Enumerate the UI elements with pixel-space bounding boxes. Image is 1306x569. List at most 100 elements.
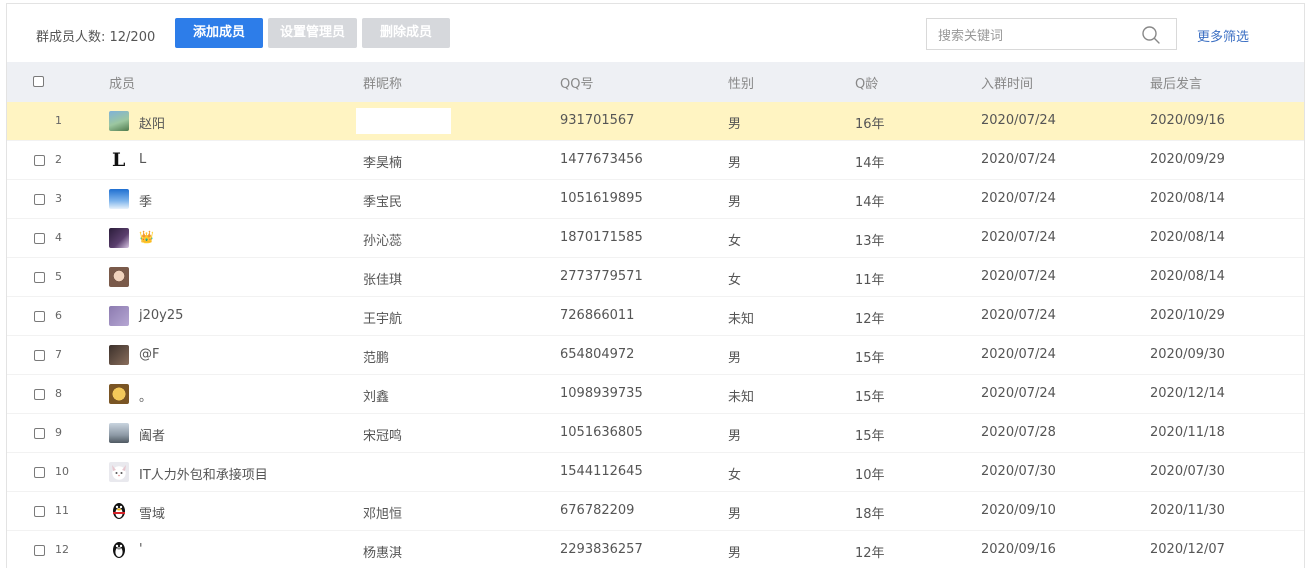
- gender-cell: 男: [728, 429, 742, 444]
- row-number: 11: [55, 504, 69, 517]
- table-row[interactable]: 3 季 季宝民 1051619895 男 14年 2020/07/24 2020/08/14: [7, 180, 1304, 219]
- member-name[interactable]: 👑: [139, 230, 154, 244]
- avatar[interactable]: [109, 462, 129, 482]
- row-checkbox[interactable]: [34, 311, 45, 322]
- row-number: 1: [55, 114, 62, 127]
- avatar[interactable]: [109, 501, 129, 521]
- table-row[interactable]: 5 张佳琪 2773779571 女 11年 2020/07/24 2020/08/14: [7, 258, 1304, 297]
- last-speak-cell: 2020/08/14: [1150, 191, 1225, 206]
- qq-cell: 1870171585: [560, 230, 643, 245]
- row-checkbox[interactable]: [34, 155, 45, 166]
- row-checkbox[interactable]: [34, 272, 45, 283]
- member-name[interactable]: 阖者: [139, 425, 165, 444]
- avatar[interactable]: [109, 384, 129, 404]
- qq-cell: 726866011: [560, 308, 635, 323]
- last-speak-cell: 2020/09/30: [1150, 347, 1225, 362]
- table-row[interactable]: 4 👑 孙沁蕊 1870171585 女 13年 2020/07/24 2020/08/14: [7, 219, 1304, 258]
- column-header-nickname: 群昵称: [363, 77, 403, 92]
- add-member-button[interactable]: 添加成员: [175, 18, 263, 48]
- table-row[interactable]: 7 @F 范鹏 654804972 男 15年 2020/07/24 2020/09/30: [7, 336, 1304, 375]
- qq-age-cell: 14年: [855, 195, 885, 210]
- avatar[interactable]: [109, 189, 129, 209]
- row-checkbox[interactable]: [34, 233, 45, 244]
- join-date-cell: 2020/07/30: [981, 464, 1056, 479]
- member-name[interactable]: L: [139, 152, 146, 167]
- table-row[interactable]: 8 。 刘鑫 1098939735 未知 15年 2020/07/24 2020/12/14: [7, 375, 1304, 414]
- row-number: 6: [55, 309, 62, 322]
- avatar[interactable]: [109, 228, 129, 248]
- avatar[interactable]: [109, 423, 129, 443]
- qq-cell: 931701567: [560, 113, 635, 128]
- column-header-member: 成员: [109, 77, 136, 92]
- table-row[interactable]: 1 赵阳 931701567 男 16年 2020/07/24 2020/09/16: [7, 102, 1304, 141]
- last-speak-cell: 2020/08/14: [1150, 230, 1225, 245]
- member-name[interactable]: j20y25: [139, 308, 183, 323]
- member-name[interactable]: ': [139, 542, 143, 557]
- select-all-checkbox[interactable]: [33, 76, 44, 87]
- row-checkbox[interactable]: [34, 389, 45, 400]
- qq-cell: 2773779571: [560, 269, 643, 284]
- row-checkbox[interactable]: [34, 467, 45, 478]
- column-header-gender: 性别: [728, 77, 755, 92]
- search-input[interactable]: [936, 25, 1140, 47]
- qq-age-cell: 15年: [855, 390, 885, 405]
- member-name[interactable]: 季: [139, 191, 152, 210]
- member-name[interactable]: 雪域: [139, 503, 165, 522]
- qq-age-cell: 13年: [855, 234, 885, 249]
- avatar[interactable]: [109, 267, 129, 287]
- nickname-cell: 季宝民: [363, 195, 403, 210]
- nickname-cell: 孙沁蕊: [363, 234, 403, 249]
- table-row[interactable]: 10 IT人力外包和承接项目 1544112645 女 10年 2020/07/30 202…: [7, 453, 1304, 492]
- table-row[interactable]: 6 j20y25 王宇航 726866011 未知 12年 2020/07/24 2020/1…: [7, 297, 1304, 336]
- row-checkbox[interactable]: [34, 194, 45, 205]
- member-name[interactable]: IT人力外包和承接项目: [139, 464, 268, 483]
- set-admin-button[interactable]: 设置管理员: [268, 18, 357, 48]
- member-name[interactable]: 。: [139, 386, 152, 405]
- join-date-cell: 2020/07/24: [981, 308, 1056, 323]
- last-speak-cell: 2020/07/30: [1150, 464, 1225, 479]
- nickname-edit-field[interactable]: [356, 108, 451, 134]
- row-checkbox[interactable]: [34, 428, 45, 439]
- join-date-cell: 2020/09/10: [981, 503, 1056, 518]
- member-panel: 群成员人数: 12/200 添加成员 设置管理员 删除成员 更多筛选 成员 群昵…: [6, 3, 1305, 568]
- avatar[interactable]: [109, 306, 129, 326]
- qq-age-cell: 15年: [855, 351, 885, 366]
- join-date-cell: 2020/07/24: [981, 152, 1056, 167]
- row-number: 12: [55, 543, 69, 556]
- table-row[interactable]: 2 L L 李昊楠 1477673456 男 14年 2020/07/24 2020/09/29: [7, 141, 1304, 180]
- qq-age-cell: 18年: [855, 507, 885, 522]
- more-filter-link[interactable]: 更多筛选: [1197, 26, 1249, 45]
- delete-member-button[interactable]: 删除成员: [362, 18, 450, 48]
- row-number: 7: [55, 348, 62, 361]
- last-speak-cell: 2020/12/14: [1150, 386, 1225, 401]
- table-row[interactable]: 11 雪域 邓旭恒 676782209 男 18年 2020/09/10 2020/11/30: [7, 492, 1304, 531]
- search-icon[interactable]: [1141, 25, 1161, 45]
- member-name[interactable]: @F: [139, 347, 159, 362]
- row-number: 10: [55, 465, 69, 478]
- row-checkbox[interactable]: [34, 350, 45, 361]
- column-header-last-speak: 最后发言: [1150, 77, 1203, 92]
- member-name[interactable]: 赵阳: [139, 113, 165, 132]
- gender-cell: 女: [728, 234, 742, 249]
- qq-age-cell: 16年: [855, 117, 885, 132]
- join-date-cell: 2020/07/24: [981, 347, 1056, 362]
- row-number: 5: [55, 270, 62, 283]
- row-checkbox[interactable]: [34, 545, 45, 556]
- table-row[interactable]: 9 阖者 宋冠鸣 1051636805 男 15年 2020/07/28 2020/11/18: [7, 414, 1304, 453]
- nickname-cell: 范鹏: [363, 351, 390, 366]
- last-speak-cell: 2020/09/29: [1150, 152, 1225, 167]
- table-row[interactable]: 12 ' 杨惠淇 2293836257 男 12年 2020/09/16 2020/12/07: [7, 531, 1304, 568]
- qq-age-cell: 10年: [855, 468, 885, 483]
- qq-age-cell: 14年: [855, 156, 885, 171]
- row-checkbox[interactable]: [34, 506, 45, 517]
- avatar[interactable]: [109, 345, 129, 365]
- search-box[interactable]: [926, 18, 1177, 50]
- avatar[interactable]: [109, 540, 129, 560]
- nickname-cell: 宋冠鸣: [363, 429, 403, 444]
- last-speak-cell: 2020/11/30: [1150, 503, 1225, 518]
- avatar[interactable]: L: [109, 150, 129, 170]
- last-speak-cell: 2020/12/07: [1150, 542, 1225, 557]
- avatar[interactable]: [109, 111, 129, 131]
- gender-cell: 男: [728, 351, 742, 366]
- last-speak-cell: 2020/09/16: [1150, 113, 1225, 128]
